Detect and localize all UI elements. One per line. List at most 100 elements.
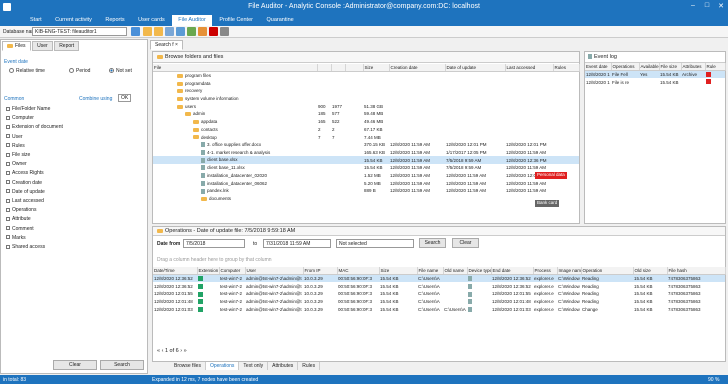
filter-checkbox[interactable] bbox=[6, 106, 10, 111]
tab-text-only[interactable]: Text only bbox=[239, 362, 269, 370]
tree-row[interactable]: 3. office supplies offer.docx 370.15 KB 12… bbox=[153, 141, 579, 149]
col-last-accessed[interactable]: Last accessed bbox=[505, 64, 554, 73]
tree-row[interactable]: documents bbox=[153, 195, 579, 203]
col-icon-c[interactable] bbox=[345, 64, 364, 73]
tree-row[interactable]: pandex.lnk 889 B 12/8/2020 11:59 AM 12/8/20… bbox=[153, 187, 579, 195]
tag-icon[interactable] bbox=[209, 27, 218, 36]
tree-row[interactable]: client base.xlsx 15.54 KB 12/8/2020 11:59 … bbox=[153, 156, 579, 164]
ops-col-header[interactable]: Process bbox=[533, 267, 558, 276]
col-size[interactable]: Size bbox=[363, 64, 390, 73]
filter-checkbox[interactable] bbox=[6, 143, 10, 148]
ops-col-header[interactable]: Extension bbox=[197, 267, 220, 276]
filter-item[interactable]: Comment bbox=[6, 226, 34, 232]
col-rule[interactable]: Rule bbox=[705, 63, 726, 72]
not-set-radio[interactable]: Not set bbox=[109, 68, 132, 74]
filter-checkbox[interactable] bbox=[6, 226, 10, 231]
next-page-icon[interactable]: › bbox=[180, 348, 182, 354]
col-date-update[interactable]: Date of update bbox=[445, 64, 506, 73]
menu-user-cards[interactable]: User cards bbox=[132, 15, 171, 26]
combine-select[interactable]: OK bbox=[118, 94, 132, 102]
clear-button[interactable]: Clear bbox=[53, 360, 97, 370]
filter-checkbox[interactable] bbox=[6, 217, 10, 222]
menu-quarantine[interactable]: Quarantine bbox=[261, 15, 300, 26]
tree-row[interactable]: admin 185 577 59.48 MB bbox=[153, 110, 579, 118]
filter-item[interactable]: File size bbox=[6, 152, 30, 158]
tab-operations[interactable]: Operations bbox=[205, 362, 240, 370]
tree-row[interactable]: appdata 165 522 49.46 MB bbox=[153, 118, 579, 126]
filter-checkbox[interactable] bbox=[6, 180, 10, 185]
filter-item[interactable]: Computer bbox=[6, 115, 34, 121]
ops-row[interactable]: 12/8/2020 12:01:55 test-win7-2 admin@tst-w… bbox=[153, 290, 725, 298]
tree-row[interactable]: client base_11.xlsx 15.54 KB 12/8/2020 11:… bbox=[153, 164, 579, 172]
tab-user[interactable]: User bbox=[32, 41, 53, 51]
tab-report[interactable]: Report bbox=[54, 41, 80, 51]
tree-row[interactable]: 4-1. market research & analysis 165.63 KB… bbox=[153, 149, 579, 157]
ops-clear-button[interactable]: Clear bbox=[452, 238, 479, 248]
menu-reports[interactable]: Reports bbox=[99, 15, 130, 26]
tree-row[interactable]: users 900 1977 51.38 GB bbox=[153, 102, 579, 110]
col-creation-date[interactable]: Creation date bbox=[389, 64, 446, 73]
col-attributes[interactable]: Attributes bbox=[681, 63, 706, 72]
filter-checkbox[interactable] bbox=[6, 189, 10, 194]
date-to-input[interactable]: 7/31/2018 11:59 AM bbox=[263, 239, 331, 248]
event-row[interactable]: 12/8/2020 1 File is re 15.54 KB bbox=[585, 78, 725, 86]
filter-checkbox[interactable] bbox=[6, 161, 10, 166]
period-radio[interactable]: Period bbox=[69, 68, 90, 74]
ops-col-header[interactable]: MAC bbox=[337, 267, 380, 276]
ops-col-header[interactable]: End date bbox=[491, 267, 534, 276]
tree-row[interactable]: desktop 7 7 7.44 MB bbox=[153, 133, 579, 141]
first-page-icon[interactable]: « bbox=[157, 348, 160, 354]
filter-item[interactable]: Access Rights bbox=[6, 170, 44, 176]
database-select[interactable]: KIB-ENG-TEST: fileauditor1 bbox=[32, 27, 127, 36]
tree-row[interactable]: system volume information bbox=[153, 95, 579, 103]
report-icon[interactable] bbox=[176, 27, 185, 36]
col-icon-a[interactable] bbox=[317, 64, 332, 73]
tag-icon[interactable] bbox=[187, 27, 196, 36]
filter-checkbox[interactable] bbox=[6, 134, 10, 139]
col-file[interactable]: File bbox=[153, 64, 318, 73]
last-page-icon[interactable]: » bbox=[184, 348, 187, 354]
folder-open-icon[interactable] bbox=[154, 27, 163, 36]
ops-row[interactable]: 12/8/2020 12:01:48 test-win7-2 admin@tst-w… bbox=[153, 298, 725, 306]
filter-item[interactable]: Operations bbox=[6, 207, 36, 213]
filter-item[interactable]: Attribute bbox=[6, 216, 31, 222]
ops-col-header[interactable]: Image name bbox=[557, 267, 582, 276]
ops-row[interactable]: 12/8/2020 12:36:52 test-win7-2 admin@tst-w… bbox=[153, 282, 725, 290]
tab-browse-files[interactable]: Browse files bbox=[170, 362, 206, 370]
date-from-input[interactable]: 7/5/2018 bbox=[183, 239, 245, 248]
filter-item[interactable]: Marks bbox=[6, 235, 26, 241]
tab-attributes[interactable]: Attributes bbox=[268, 362, 299, 370]
filter-checkbox[interactable] bbox=[6, 125, 10, 130]
col-available[interactable]: Available bbox=[639, 63, 660, 72]
menu-current-activity[interactable]: Current activity bbox=[49, 15, 98, 26]
relative-time-radio[interactable]: Relative time bbox=[9, 68, 45, 74]
settings-icon[interactable] bbox=[220, 27, 229, 36]
filter-item[interactable]: Date of update bbox=[6, 189, 45, 195]
search-button[interactable]: Search bbox=[100, 360, 144, 370]
maximize-icon[interactable]: □ bbox=[700, 2, 714, 9]
filter-item[interactable]: Last accessed bbox=[6, 198, 44, 204]
filter-checkbox[interactable] bbox=[6, 235, 10, 240]
copy-icon[interactable] bbox=[165, 27, 174, 36]
filter-checkbox[interactable] bbox=[6, 198, 10, 203]
folder-icon[interactable] bbox=[143, 27, 152, 36]
ops-col-header[interactable]: Computer bbox=[219, 267, 246, 276]
filter-item[interactable]: Extension of document bbox=[6, 124, 63, 130]
ops-col-header[interactable]: Device type bbox=[467, 267, 492, 276]
filter-item[interactable]: Owner bbox=[6, 161, 27, 167]
tree-row[interactable]: contacts 2 2 67.17 KB bbox=[153, 126, 579, 134]
ops-col-header[interactable]: File name bbox=[417, 267, 444, 276]
tree-row[interactable]: program files bbox=[153, 72, 579, 80]
ops-col-header[interactable]: Old name bbox=[443, 267, 468, 276]
lock-icon[interactable] bbox=[198, 27, 207, 36]
menu-file-auditor[interactable]: File Auditor bbox=[172, 15, 212, 26]
col-rules[interactable]: Rules bbox=[553, 64, 580, 73]
tab-files[interactable]: Files bbox=[2, 41, 31, 51]
minimize-icon[interactable]: – bbox=[686, 2, 700, 9]
filter-item[interactable]: File/Folder Name bbox=[6, 106, 50, 112]
tab-rules[interactable]: Rules bbox=[298, 362, 321, 370]
event-row[interactable]: 12/8/2020 1 File Fell Yes 15.54 KB Archi… bbox=[585, 70, 725, 79]
ops-row[interactable]: 12/8/2020 12:36:52 test-win7-2 admin@tst-w… bbox=[153, 274, 725, 283]
tree-row[interactable]: installation_datacenter_06062 5.20 MB 12/8… bbox=[153, 179, 579, 187]
ops-col-header[interactable]: Size bbox=[379, 267, 418, 276]
